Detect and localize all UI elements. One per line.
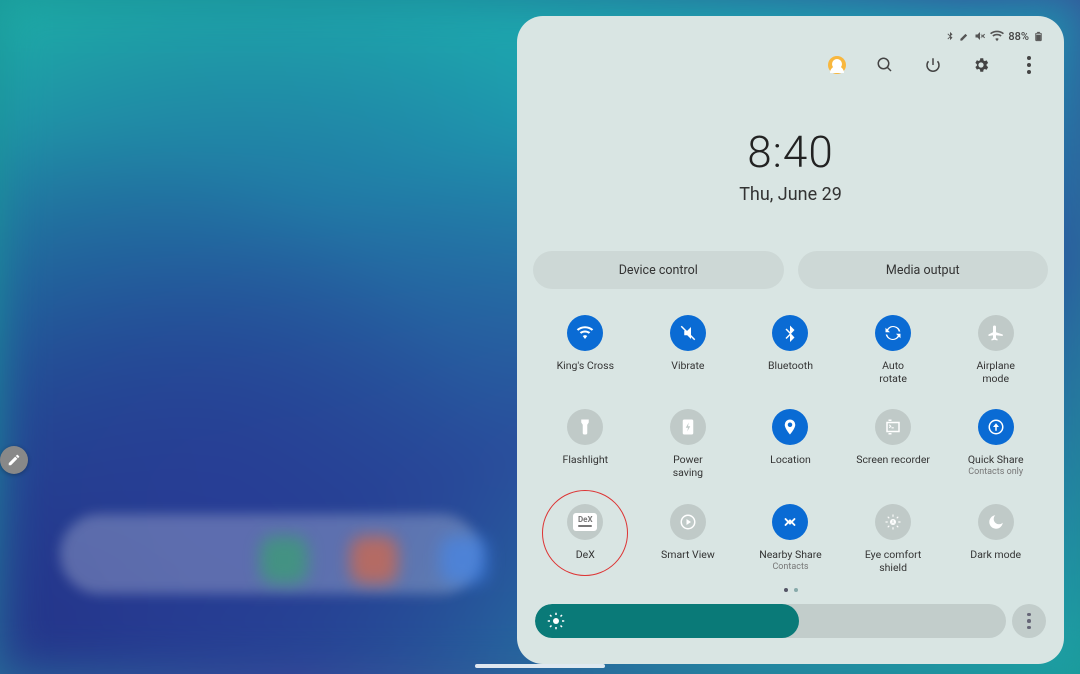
quick-settings-panel: 88% 8:40 Thu, June 29 Device control Med… (517, 16, 1064, 664)
tile-screenrec[interactable]: Screen recorder (847, 409, 940, 479)
gear-icon (972, 56, 990, 74)
brightness-more-button[interactable] (1012, 604, 1046, 638)
battery-percent: 88% (1008, 30, 1029, 43)
airplane-icon (987, 324, 1005, 342)
status-bar: 88% (533, 28, 1048, 44)
panel-actions (533, 44, 1048, 82)
tile-nearbyshare[interactable]: Nearby ShareContacts (744, 504, 837, 574)
tile-eyecomfort[interactable]: A Eye comfortshield (847, 504, 940, 574)
tile-sublabel: Contacts only (968, 467, 1023, 477)
location-icon (781, 418, 799, 436)
tile-autorotate[interactable]: Autorotate (847, 315, 940, 385)
user-button[interactable] (826, 54, 848, 76)
smartview-icon (679, 513, 697, 531)
nearbyshare-icon (781, 513, 799, 531)
page-dot (784, 588, 788, 592)
pager[interactable] (533, 588, 1048, 592)
bluetooth-mini-icon (945, 31, 955, 41)
darkmode-icon (987, 513, 1005, 531)
tile-label: Vibrate (671, 359, 704, 372)
dex-icon: DeX (573, 513, 597, 531)
powersaving-icon (679, 418, 697, 436)
nav-handle[interactable] (475, 664, 605, 668)
search-icon (876, 56, 894, 74)
tile-wifi[interactable]: King's Cross (539, 315, 632, 385)
more-button[interactable] (1018, 54, 1040, 76)
tile-flashlight[interactable]: Flashlight (539, 409, 632, 479)
screenrec-icon (884, 418, 902, 436)
tile-powersaving[interactable]: Powersaving (642, 409, 735, 479)
tile-label: Powersaving (673, 453, 703, 479)
settings-button[interactable] (970, 54, 992, 76)
pen-mini-icon (959, 31, 970, 42)
wifi-icon (576, 324, 594, 342)
battery-mini-icon (1033, 31, 1044, 42)
tile-label: Nearby Share (759, 548, 822, 561)
wifi-mini-icon (990, 29, 1004, 43)
power-icon (924, 56, 942, 74)
quick-tiles-grid: King's Cross Vibrate Bluetooth Autorotate Ai… (533, 315, 1048, 574)
tile-dex[interactable]: DeX DeX (539, 504, 632, 574)
tile-smartview[interactable]: Smart View (642, 504, 735, 574)
tile-label: Location (770, 453, 811, 466)
autorotate-icon (884, 324, 902, 342)
tile-label: Quick Share (968, 453, 1024, 466)
tile-sublabel: Contacts (772, 562, 808, 572)
user-icon (828, 56, 846, 74)
sun-icon (547, 612, 565, 630)
tile-label: DeX (576, 548, 595, 561)
clock-date: Thu, June 29 (533, 184, 1048, 205)
device-control-button[interactable]: Device control (533, 251, 784, 289)
tile-label: King's Cross (557, 359, 614, 372)
tile-label: Screen recorder (856, 453, 930, 466)
media-output-button[interactable]: Media output (798, 251, 1049, 289)
vibrate-icon (679, 324, 697, 342)
svg-text:A: A (892, 519, 895, 525)
tile-quickshare[interactable]: Quick ShareContacts only (949, 409, 1042, 479)
flashlight-icon (576, 418, 594, 436)
power-button[interactable] (922, 54, 944, 76)
quickshare-icon (987, 418, 1005, 436)
tile-label: Autorotate (879, 359, 907, 385)
tile-label: Bluetooth (768, 359, 813, 372)
tile-label: Eye comfortshield (865, 548, 922, 574)
clock: 8:40 Thu, June 29 (533, 126, 1048, 205)
clock-time: 8:40 (533, 126, 1048, 178)
bluetooth-icon (781, 324, 799, 342)
tile-darkmode[interactable]: Dark mode (949, 504, 1042, 574)
tile-bluetooth[interactable]: Bluetooth (744, 315, 837, 385)
tile-label: Airplanemode (976, 359, 1015, 385)
edit-fab[interactable] (0, 446, 28, 474)
page-dot (794, 588, 798, 592)
tile-label: Dark mode (970, 548, 1021, 561)
tile-location[interactable]: Location (744, 409, 837, 479)
tile-label: Flashlight (563, 453, 609, 466)
more-icon (1027, 56, 1031, 74)
search-button[interactable] (874, 54, 896, 76)
mute-mini-icon (974, 30, 986, 42)
brightness-slider[interactable] (535, 604, 1006, 638)
dock-icons (260, 536, 488, 584)
tile-label: Smart View (661, 548, 715, 561)
tile-airplane[interactable]: Airplanemode (949, 315, 1042, 385)
eyecomfort-icon: A (884, 513, 902, 531)
tile-vibrate[interactable]: Vibrate (642, 315, 735, 385)
